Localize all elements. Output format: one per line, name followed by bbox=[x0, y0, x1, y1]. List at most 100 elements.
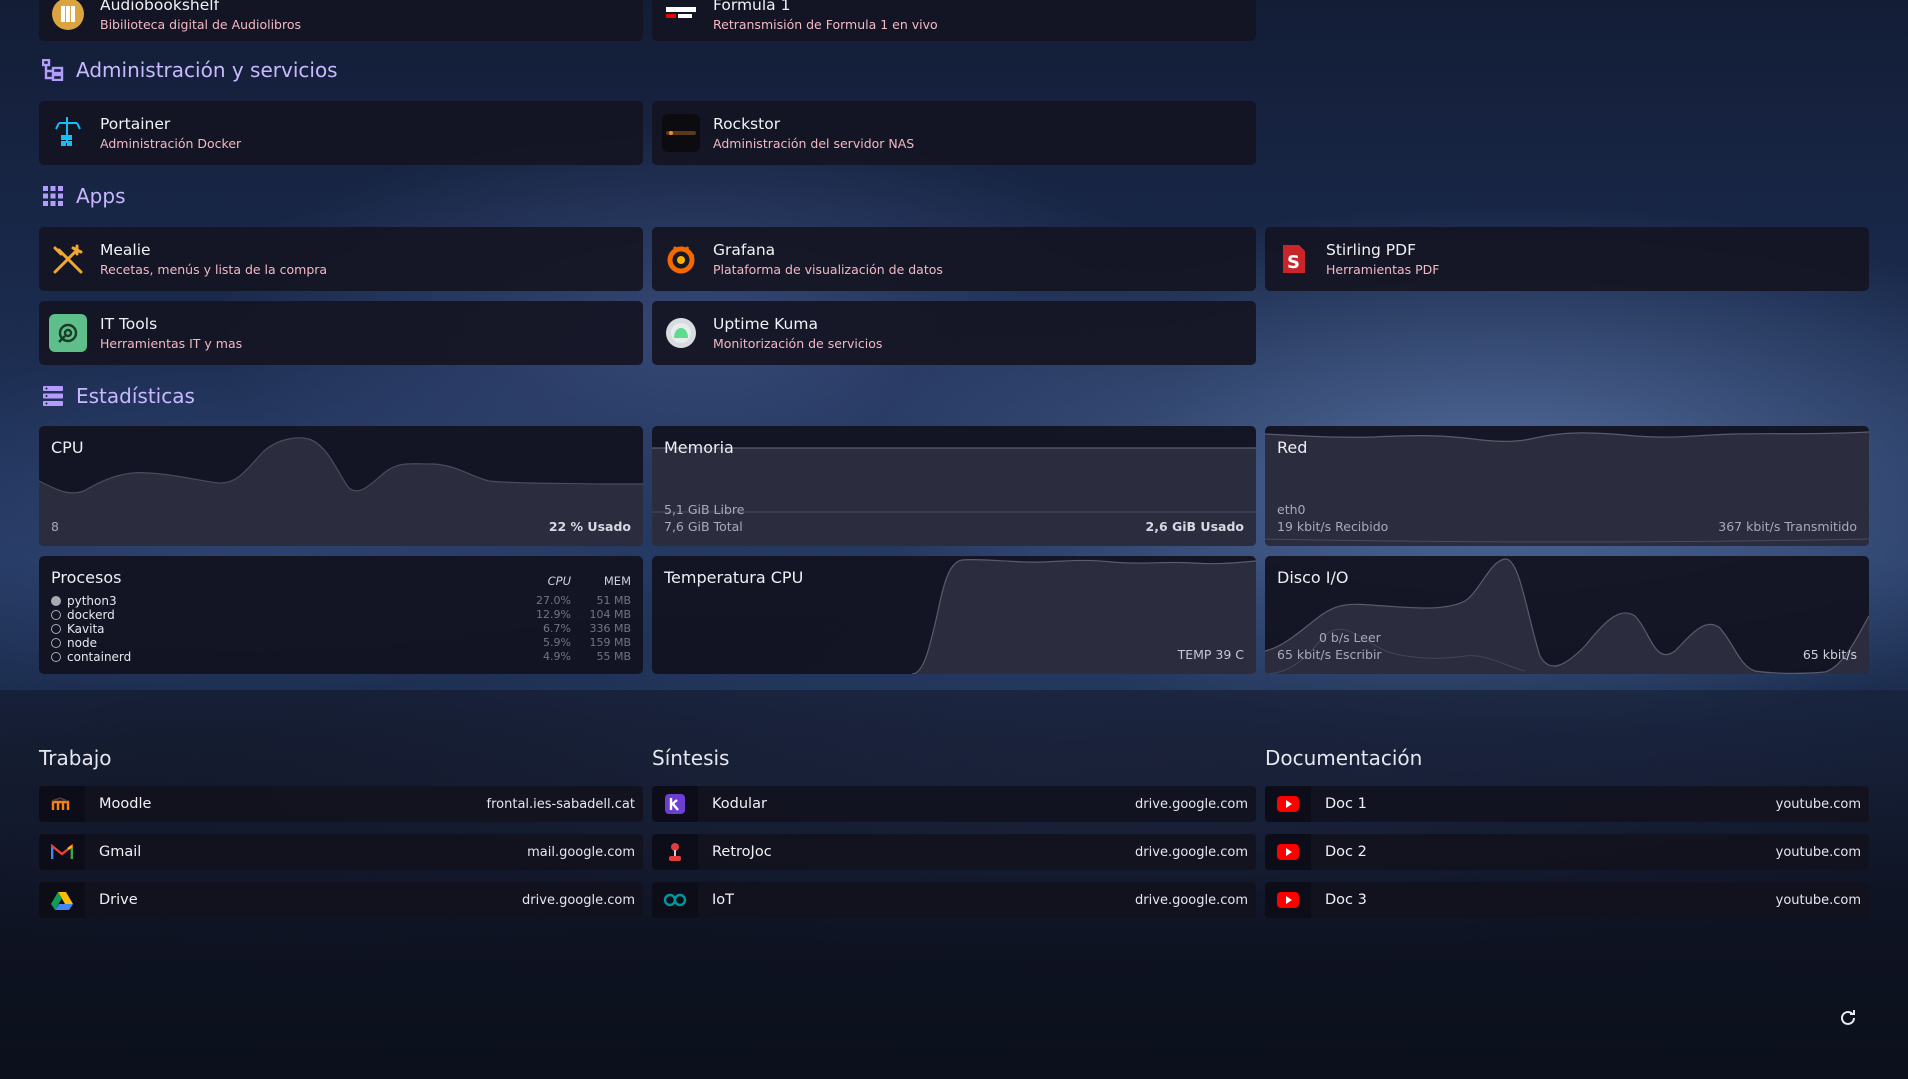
service-description: Plataforma de visualización de datos bbox=[713, 262, 943, 277]
section-title: Apps bbox=[76, 184, 126, 208]
memory-widget: Memoria 5,1 GiB Libre 7,6 GiB Total 2,6 … bbox=[652, 426, 1256, 546]
bookmark-url: drive.google.com bbox=[1135, 796, 1248, 812]
bookmark-doc3[interactable]: Doc 3 youtube.com bbox=[1265, 882, 1869, 918]
bookmark-doc1[interactable]: Doc 1 youtube.com bbox=[1265, 786, 1869, 822]
process-row: containerd 4.9% 55 MB bbox=[51, 650, 631, 664]
refresh-icon[interactable] bbox=[1836, 1006, 1860, 1030]
bookmark-gmail[interactable]: Gmail mail.google.com bbox=[39, 834, 643, 870]
process-name: python3 bbox=[67, 593, 117, 608]
bookmark-iot[interactable]: IoT drive.google.com bbox=[652, 882, 1256, 918]
section-header-admin: Administración y servicios bbox=[42, 58, 338, 82]
temperature-widget: Temperatura CPU TEMP 39 C bbox=[652, 556, 1256, 674]
mealie-icon bbox=[49, 240, 87, 278]
section-title: Estadísticas bbox=[76, 384, 195, 408]
widget-title: Red bbox=[1277, 438, 1308, 457]
service-card-rockstor[interactable]: Rockstor Administración del servidor NAS bbox=[652, 101, 1256, 165]
gmail-icon bbox=[39, 834, 85, 870]
section-header-stats: Estadísticas bbox=[42, 384, 195, 408]
widget-title: CPU bbox=[51, 438, 84, 457]
service-description: Recetas, menús y lista de la compra bbox=[100, 262, 328, 277]
process-name: dockerd bbox=[67, 607, 115, 622]
network-received: 19 kbit/s Recibido bbox=[1277, 519, 1389, 534]
temperature-value: TEMP 39 C bbox=[1177, 647, 1244, 662]
cpu-usage: 22 % Usado bbox=[548, 519, 631, 534]
service-card-grafana[interactable]: Grafana Plataforma de visualización de d… bbox=[652, 227, 1256, 291]
bookmark-url: drive.google.com bbox=[522, 892, 635, 908]
bookmark-group-title-documentacion: Documentación bbox=[1265, 746, 1423, 770]
bookmark-group-title-sintesis: Síntesis bbox=[652, 746, 730, 770]
sitemap-icon bbox=[42, 59, 64, 81]
bookmark-url: youtube.com bbox=[1775, 796, 1861, 812]
stirling-pdf-icon: S bbox=[1275, 240, 1313, 278]
widget-title: Procesos bbox=[51, 568, 122, 587]
process-cpu: 5.9% bbox=[543, 636, 571, 649]
memory-total: 7,6 GiB Total bbox=[664, 519, 743, 534]
service-description: Administración del servidor NAS bbox=[713, 136, 915, 151]
bookmark-name: Moodle bbox=[99, 796, 152, 812]
inactive-dot-icon bbox=[51, 609, 61, 620]
bookmark-retrojoc[interactable]: RetroJoc drive.google.com bbox=[652, 834, 1256, 870]
service-description: Bibilioteca digital de Audiolibros bbox=[100, 16, 302, 32]
processes-widget: Procesos CPU MEM python3 27.0% 51 MB docker… bbox=[39, 556, 643, 674]
inactive-dot-icon bbox=[51, 651, 61, 662]
service-card-it-tools[interactable]: IT Tools Herramientas IT y mas bbox=[39, 301, 643, 365]
service-name: Uptime Kuma bbox=[713, 315, 818, 333]
bookmark-name: IoT bbox=[712, 892, 735, 908]
network-transmitted: 367 kbit/s Transmitido bbox=[1718, 519, 1857, 534]
process-row: Kavita 6.7% 336 MB bbox=[51, 621, 631, 636]
service-card-audiobookshelf[interactable]: Audiobookshelf Bibilioteca digital de Au… bbox=[39, 0, 643, 41]
widget-title: Memoria bbox=[664, 438, 734, 457]
service-description: Administración Docker bbox=[100, 136, 242, 151]
it-tools-icon bbox=[49, 314, 87, 352]
rockstor-icon bbox=[662, 114, 700, 152]
section-title: Administración y servicios bbox=[76, 58, 338, 82]
service-card-mealie[interactable]: Mealie Recetas, menús y lista de la comp… bbox=[39, 227, 643, 291]
service-description: Herramientas IT y mas bbox=[100, 336, 243, 351]
moodle-icon bbox=[39, 786, 85, 822]
service-card-uptime-kuma[interactable]: Uptime Kuma Monitorización de servicios bbox=[652, 301, 1256, 365]
service-description: Herramientas PDF bbox=[1326, 262, 1440, 277]
bookmark-name: Doc 3 bbox=[1325, 892, 1367, 908]
process-mem: 55 MB bbox=[596, 650, 631, 663]
bookmark-name: Gmail bbox=[99, 844, 142, 860]
process-mem: 336 MB bbox=[589, 622, 631, 635]
youtube-icon bbox=[1265, 834, 1311, 870]
process-mem: 104 MB bbox=[589, 608, 631, 621]
bookmark-url: drive.google.com bbox=[1135, 844, 1248, 860]
bookmark-name: Kodular bbox=[712, 796, 767, 812]
arduino-icon bbox=[652, 882, 698, 918]
uptime-kuma-icon bbox=[662, 314, 700, 352]
service-card-portainer[interactable]: Portainer Administración Docker bbox=[39, 101, 643, 165]
bookmark-moodle[interactable]: Moodle frontal.ies-sabadell.cat bbox=[39, 786, 643, 822]
bookmark-drive[interactable]: Drive drive.google.com bbox=[39, 882, 643, 918]
process-cpu: 27.0% bbox=[536, 594, 571, 607]
service-description: Retransmisión de Formula 1 en vivo bbox=[713, 16, 938, 32]
inactive-dot-icon bbox=[51, 637, 61, 648]
service-name: Formula 1 bbox=[713, 0, 791, 14]
google-drive-icon bbox=[39, 882, 85, 918]
process-row: node 5.9% 159 MB bbox=[51, 636, 631, 650]
service-card-stirling-pdf[interactable]: S Stirling PDF Herramientas PDF bbox=[1265, 227, 1869, 291]
bookmark-kodular[interactable]: Kodular drive.google.com bbox=[652, 786, 1256, 822]
portainer-icon bbox=[49, 114, 87, 152]
active-dot-icon bbox=[51, 595, 61, 606]
kodular-icon bbox=[652, 786, 698, 822]
disk-write: 65 kbit/s Escribir bbox=[1277, 647, 1382, 662]
cpu-widget: CPU 8 22 % Usado bbox=[39, 426, 643, 546]
bookmark-group-title-trabajo: Trabajo bbox=[39, 746, 112, 770]
bookmark-name: RetroJoc bbox=[712, 844, 772, 860]
bookmark-doc2[interactable]: Doc 2 youtube.com bbox=[1265, 834, 1869, 870]
bookmark-url: youtube.com bbox=[1775, 892, 1861, 908]
bookmark-name: Doc 1 bbox=[1325, 796, 1367, 812]
joystick-icon bbox=[652, 834, 698, 870]
memory-free: 5,1 GiB Libre bbox=[664, 502, 745, 517]
network-interface: eth0 bbox=[1277, 502, 1306, 517]
formula1-icon bbox=[662, 0, 700, 33]
process-name: Kavita bbox=[67, 621, 105, 636]
youtube-icon bbox=[1265, 786, 1311, 822]
section-header-apps: Apps bbox=[42, 184, 126, 208]
service-name: Mealie bbox=[100, 241, 151, 259]
service-card-formula1[interactable]: Formula 1 Retransmisión de Formula 1 en … bbox=[652, 0, 1256, 41]
widget-title: Temperatura CPU bbox=[664, 568, 804, 587]
disk-read: 0 b/s Leer bbox=[1319, 630, 1381, 645]
